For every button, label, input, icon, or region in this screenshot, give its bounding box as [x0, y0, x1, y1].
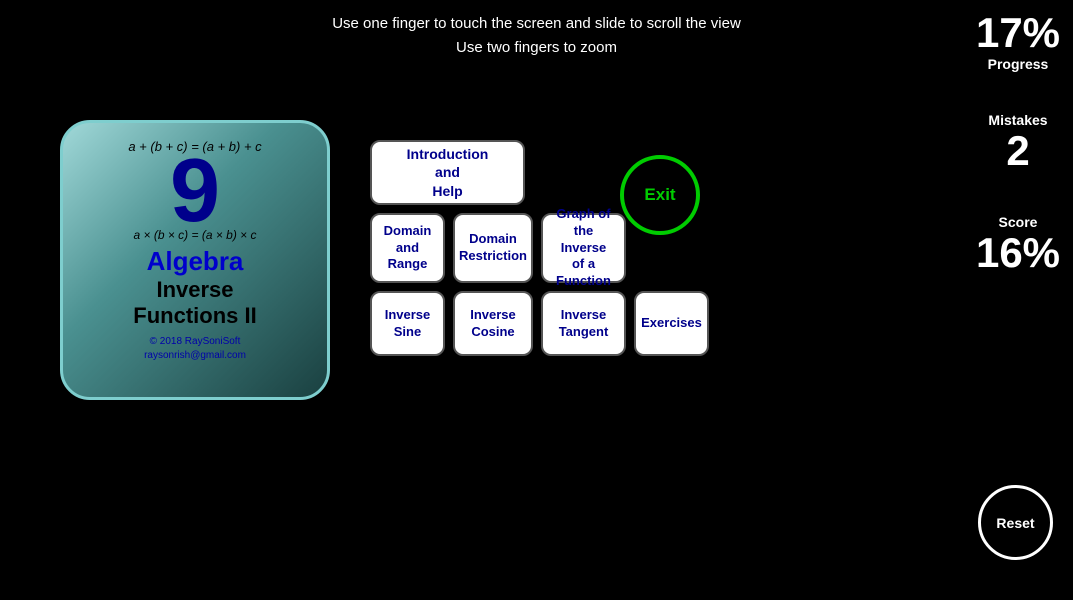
inverse-sine-button[interactable]: InverseSine [370, 291, 445, 356]
mistakes-value: 2 [988, 128, 1047, 174]
progress-stat: 17% Progress [976, 10, 1060, 72]
icon-title-line1: Inverse [156, 277, 233, 302]
icon-copyright: © 2018 RaySoniSoftraysonrish@gmail.com [144, 335, 246, 363]
icon-main-title: Inverse Functions II [133, 277, 256, 330]
icon-algebra-title: Algebra [147, 246, 244, 277]
score-stat: Score 16% [976, 214, 1060, 276]
reset-button[interactable]: Reset [978, 485, 1053, 560]
score-label: Score [976, 214, 1060, 230]
icon-number: 9 [170, 151, 220, 232]
icon-math-bottom: a × (b × c) = (a × b) × c [133, 227, 256, 244]
inverse-cosine-button[interactable]: InverseCosine [453, 291, 533, 356]
domain-range-button[interactable]: DomainandRange [370, 213, 445, 283]
exit-button[interactable]: Exit [620, 155, 700, 235]
mistakes-label: Mistakes [988, 112, 1047, 128]
domain-restriction-button[interactable]: DomainRestriction [453, 213, 533, 283]
score-value: 16% [976, 230, 1060, 276]
inverse-tangent-button[interactable]: InverseTangent [541, 291, 626, 356]
icon-title-line2: Functions II [133, 303, 256, 328]
menu-row-3: InverseSine InverseCosine InverseTangent… [370, 291, 709, 356]
instruction-line1: Use one finger to touch the screen and s… [0, 12, 1073, 36]
intro-help-button[interactable]: IntroductionandHelp [370, 140, 525, 205]
menu-row-1: IntroductionandHelp [370, 140, 525, 205]
exercises-button[interactable]: Exercises [634, 291, 709, 356]
progress-label: Progress [976, 56, 1060, 72]
mistakes-stat: Mistakes 2 [988, 112, 1047, 174]
graph-inverse-button[interactable]: Graph ofthe Inverseof aFunction [541, 213, 626, 283]
progress-value: 17% [976, 10, 1060, 56]
app-icon: a + (b + c) = (a + b) + c 9 a × (b × c) … [60, 120, 330, 400]
menu-row-2: DomainandRange DomainRestriction Graph o… [370, 213, 626, 283]
instruction-line2: Use two fingers to zoom [0, 36, 1073, 60]
instructions-text: Use one finger to touch the screen and s… [0, 12, 1073, 60]
